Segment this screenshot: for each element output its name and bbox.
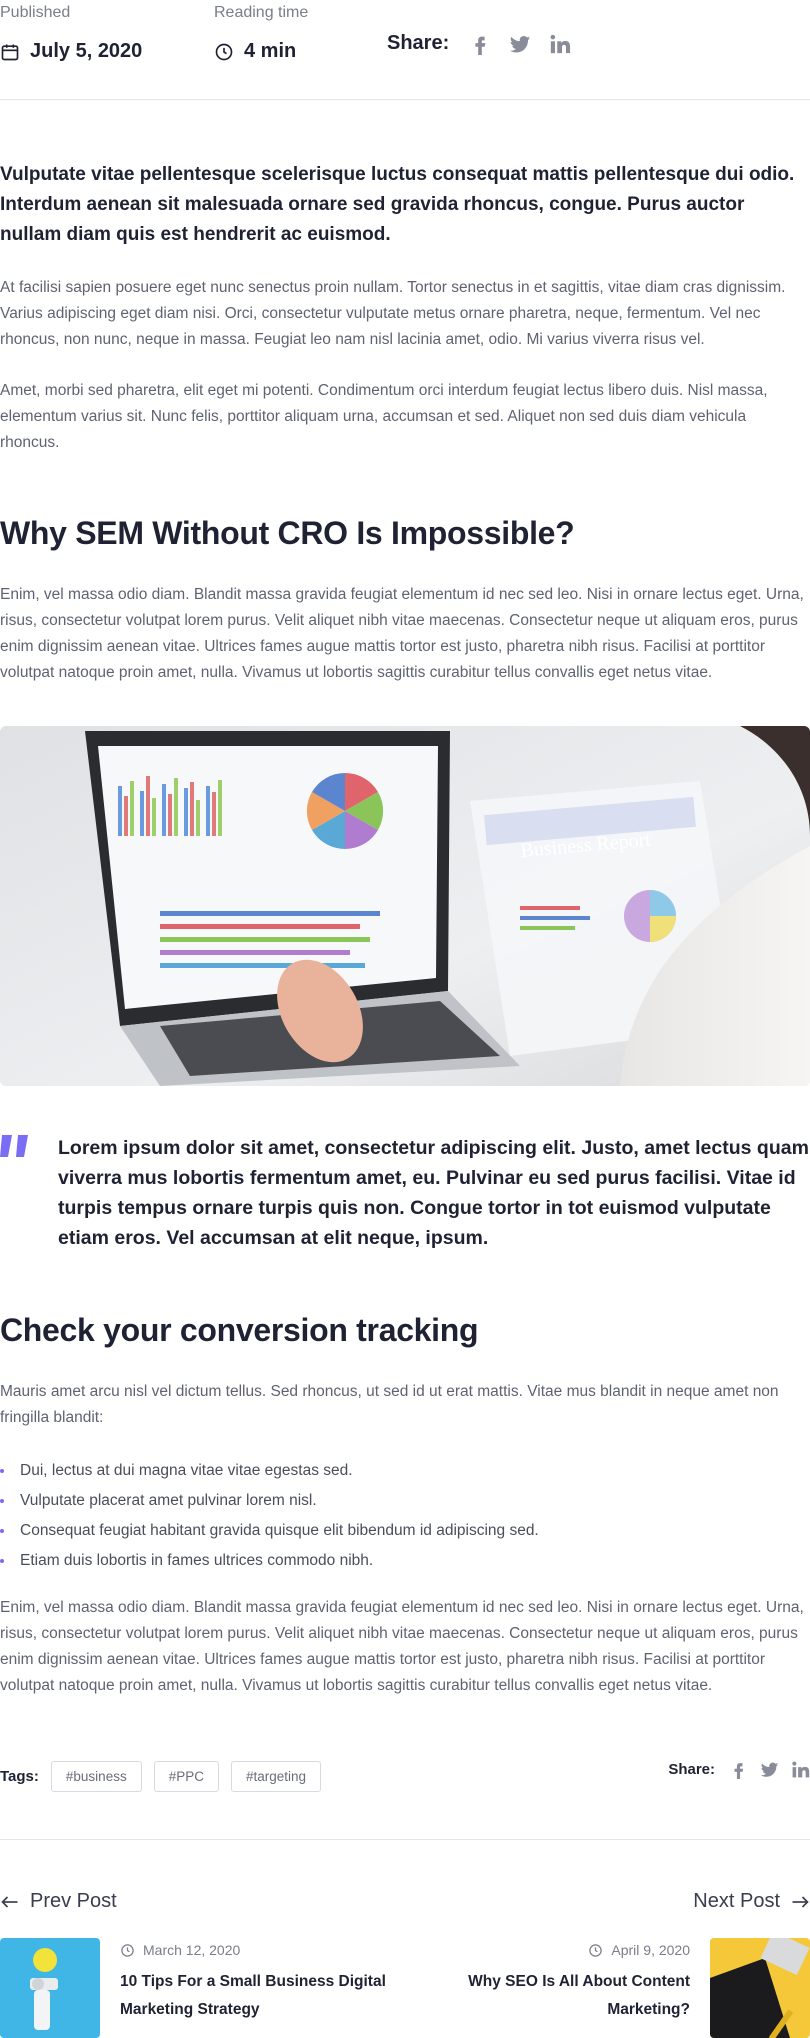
tag-targeting[interactable]: #targeting: [230, 1760, 322, 1792]
reading-time-label: Reading time: [214, 4, 309, 21]
next-post-card[interactable]: April 9, 2020 Why SEO Is All About Conte…: [410, 1938, 810, 2038]
paragraph-4: Mauris amet arcu nisl vel dictum tellus.…: [0, 1383, 779, 1426]
reading-time-meta: Reading time 4 min: [214, 4, 308, 63]
bullet-list: Dui, lectus at dui magna vitae vitae ege…: [0, 1456, 539, 1576]
published-date-text: July 5, 2020: [30, 40, 143, 62]
linkedin-icon[interactable]: [791, 1760, 810, 1779]
article-image: Business Report: [0, 726, 810, 1086]
reading-time-text: 4 min: [244, 40, 297, 62]
facebook-icon[interactable]: [469, 33, 491, 55]
post-meta-bar: Published July 5, 2020 Reading time 4 mi…: [0, 0, 810, 100]
divider: [0, 1839, 810, 1840]
quote-icon: [0, 1135, 28, 1157]
share-label: Share:: [668, 1761, 715, 1778]
clock-icon: [589, 1943, 603, 1957]
next-post-date: April 9, 2020: [410, 1942, 690, 1958]
tag-business[interactable]: #business: [50, 1760, 142, 1792]
tag-ppc[interactable]: #PPC: [153, 1760, 219, 1792]
quote-text: Lorem ipsum dolor sit amet, consectetur …: [58, 1137, 809, 1249]
clock-icon: [121, 1943, 134, 1957]
linkedin-icon[interactable]: [549, 33, 571, 55]
reading-time-value: 4 min: [214, 40, 308, 63]
paragraph-2: Amet, morbi sed pharetra, elit eget mi p…: [0, 382, 768, 451]
paragraph-3: Enim, vel massa odio diam. Blandit massa…: [0, 586, 804, 681]
share-top: Share:: [387, 32, 571, 55]
list-item: Dui, lectus at dui magna vitae vitae ege…: [0, 1456, 539, 1486]
list-item: Vulputate placerat amet pulvinar lorem n…: [0, 1486, 539, 1516]
next-post-thumbnail[interactable]: [710, 1938, 810, 2038]
share-label: Share:: [387, 32, 450, 54]
tags-label: Tags:: [0, 1767, 39, 1785]
published-label: Published: [0, 4, 71, 21]
tags-row: Tags: #business #PPC #targeting Share:: [0, 1760, 810, 1792]
published-meta: Published July 5, 2020: [0, 4, 142, 63]
heading-sem-cro: Why SEM Without CRO Is Impossible?: [0, 515, 575, 551]
list-item: Consequat feugiat habitant gravida quisq…: [0, 1516, 539, 1546]
list-item: Etiam duis lobortis in fames ultrices co…: [0, 1546, 539, 1576]
next-post-link[interactable]: Next Post: [693, 1890, 810, 1913]
prev-post-link[interactable]: Prev Post: [0, 1890, 117, 1913]
facebook-icon[interactable]: [729, 1760, 748, 1779]
prev-post-label: Prev Post: [30, 1890, 117, 1912]
twitter-icon[interactable]: [760, 1760, 779, 1779]
prev-post-title[interactable]: 10 Tips For a Small Business Digital Mar…: [120, 1968, 400, 2024]
next-post-label: Next Post: [693, 1890, 780, 1912]
clock-icon: [215, 43, 233, 60]
prev-post-card[interactable]: March 12, 2020 10 Tips For a Small Busin…: [0, 1938, 400, 2038]
arrow-right-icon: [792, 1895, 809, 1908]
article-lead: Vulputate vitae pellentesque scelerisque…: [0, 164, 795, 245]
published-date: July 5, 2020: [0, 40, 142, 63]
prev-post-thumbnail[interactable]: [0, 1938, 100, 2038]
next-post-title[interactable]: Why SEO Is All About Content Marketing?: [410, 1968, 690, 2024]
paragraph-1: At facilisi sapien posuere eget nunc sen…: [0, 279, 786, 348]
prev-post-date: March 12, 2020: [120, 1942, 400, 1958]
arrow-left-icon: [1, 1895, 18, 1908]
share-bottom: Share:: [668, 1760, 810, 1779]
paragraph-5: Enim, vel massa odio diam. Blandit massa…: [0, 1599, 804, 1694]
next-post-date-text: April 9, 2020: [611, 1942, 690, 1958]
prev-post-date-text: March 12, 2020: [143, 1942, 241, 1958]
heading-conversion-tracking: Check your conversion tracking: [0, 1312, 479, 1348]
twitter-icon[interactable]: [509, 33, 531, 55]
calendar-icon: [1, 44, 19, 60]
